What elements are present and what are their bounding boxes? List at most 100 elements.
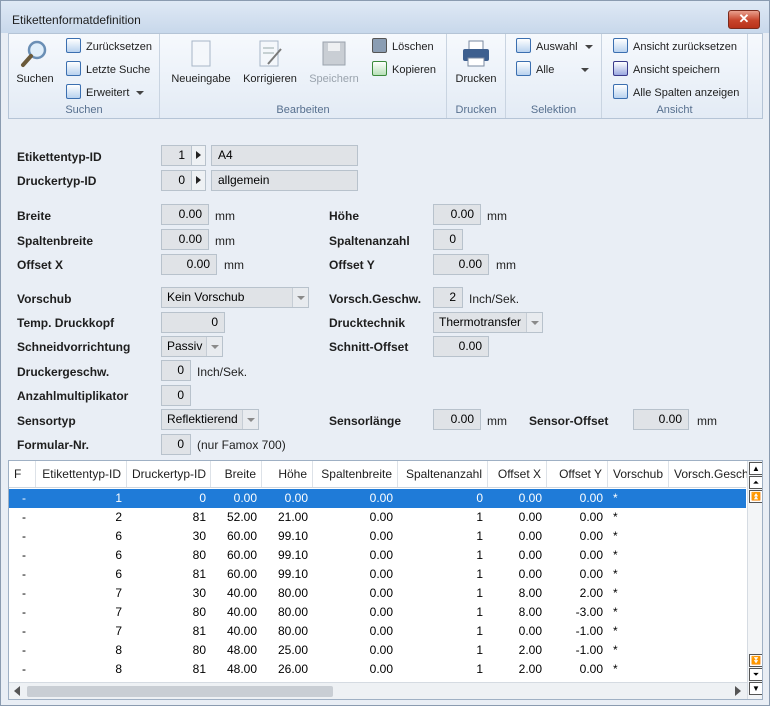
table-row[interactable]: - 7 30 40.00 80.00 0.00 1 8.00 2.00 * xyxy=(9,584,746,603)
extended-search-button[interactable]: Erweitert xyxy=(66,84,145,104)
hoehe-field[interactable]: 0.00 xyxy=(433,204,481,225)
column-header[interactable]: Etikettentyp-ID xyxy=(36,461,127,487)
sensor-offset-field[interactable]: 0.00 xyxy=(633,409,689,430)
etikettentyp-lookup-button[interactable] xyxy=(191,145,206,166)
table-cell: 80 xyxy=(192,605,206,619)
table-cell: 0.00 xyxy=(579,529,603,543)
table-cell: 0.00 xyxy=(284,491,308,505)
view-save-button[interactable]: Ansicht speichern xyxy=(613,61,720,81)
column-header[interactable]: Vorsch.Gesch xyxy=(669,461,749,487)
table-row[interactable]: - 7 81 40.00 80.00 0.00 1 0.00 -1.00 * xyxy=(9,622,746,641)
group-label-drucken: Drucken xyxy=(455,104,497,116)
spaltenbreite-label: Spaltenbreite xyxy=(17,234,94,248)
temp-druckkopf-field[interactable]: 0 xyxy=(161,312,225,333)
anzahlmultiplikator-field[interactable]: 0 xyxy=(161,385,191,406)
schnitt-offset-field[interactable]: 0.00 xyxy=(433,336,489,357)
scroll-left-icon[interactable] xyxy=(14,686,20,696)
column-header[interactable]: Vorschub xyxy=(608,461,669,487)
column-header[interactable]: Spaltenanzahl xyxy=(398,461,488,487)
spaltenbreite-field[interactable]: 0.00 xyxy=(161,229,209,250)
offset-y-field[interactable]: 0.00 xyxy=(433,254,489,275)
close-button[interactable]: ✕ xyxy=(728,10,760,29)
table-cell: 0.00 xyxy=(369,624,393,638)
alle-dropdown[interactable]: Alle xyxy=(516,61,590,81)
column-header[interactable]: Spaltenbreite xyxy=(313,461,398,487)
druckertyp-id-field[interactable]: 0 xyxy=(161,170,192,191)
save-button[interactable]: Speichern xyxy=(306,38,362,85)
new-entry-button[interactable]: Neueingabe xyxy=(170,38,232,85)
edit-button[interactable]: Korrigieren xyxy=(240,38,300,85)
column-header[interactable]: Offset X xyxy=(488,461,547,487)
table-row[interactable]: - 6 81 60.00 99.10 0.00 1 0.00 0.00 * xyxy=(9,565,746,584)
table-row[interactable]: - 6 80 60.00 99.10 0.00 1 0.00 0.00 * xyxy=(9,546,746,565)
table-row[interactable]: - 2 81 52.00 21.00 0.00 1 0.00 0.00 * xyxy=(9,508,746,527)
vertical-scrollbar[interactable]: ▲ ⏶ ⏫ ⏬ ⏷ ▼ xyxy=(747,461,762,699)
table-cell: 60.00 xyxy=(226,567,257,581)
spaltenanzahl-field[interactable]: 0 xyxy=(433,229,463,250)
table-cell: 2.00 xyxy=(579,586,603,600)
table-row[interactable]: - 7 80 40.00 80.00 0.00 1 8.00 -3.00 * xyxy=(9,603,746,622)
scroll-down-icon[interactable]: ▼ xyxy=(749,682,762,695)
schneidvorrichtung-select[interactable]: Passiv xyxy=(161,336,223,357)
column-header[interactable]: Druckertyp-ID xyxy=(127,461,211,487)
page-down-icon[interactable]: ⏷ xyxy=(749,668,762,681)
table-row[interactable]: - 6 30 60.00 99.10 0.00 1 0.00 0.00 * xyxy=(9,527,746,546)
app-window: Etikettenformatdefinition ✕ Suchen Zurüc… xyxy=(0,0,770,706)
table-cell: 1 xyxy=(476,624,483,638)
table-cell: 0.00 xyxy=(579,510,603,524)
edit-document-icon xyxy=(259,40,282,67)
column-header[interactable]: Offset Y xyxy=(547,461,608,487)
table-cell: 1 xyxy=(476,529,483,543)
druckergeschw-unit: Inch/Sek. xyxy=(197,365,248,379)
druckertyp-lookup-button[interactable] xyxy=(191,170,206,191)
table-row[interactable]: - 8 80 48.00 25.00 0.00 1 2.00 -1.00 * xyxy=(9,641,746,660)
formular-nr-note: (nur Famox 700) xyxy=(197,438,286,452)
chevron-down-icon xyxy=(584,45,593,49)
scroll-top-icon[interactable]: ⏫ xyxy=(749,490,762,503)
table-cell: - xyxy=(22,624,26,638)
view-reset-button[interactable]: Ansicht zurücksetzen xyxy=(613,38,737,58)
vorsch-geschw-label: Vorsch.Geschw. xyxy=(329,292,422,306)
page-up-icon[interactable]: ⏶ xyxy=(749,476,762,489)
table-cell: 0.00 xyxy=(369,529,393,543)
horizontal-scroll-thumb[interactable] xyxy=(27,686,333,697)
offset-x-field[interactable]: 0.00 xyxy=(161,254,217,275)
show-all-columns-label: Alle Spalten anzeigen xyxy=(633,87,740,99)
drucktechnik-select[interactable]: Thermotransfer xyxy=(433,312,543,333)
scroll-right-icon[interactable] xyxy=(735,686,741,696)
vorsch-geschw-field[interactable]: 2 xyxy=(433,287,463,308)
table-row[interactable]: - 1 0 0.00 0.00 0.00 0 0.00 0.00 * xyxy=(9,489,746,508)
sensor-offset-unit: mm xyxy=(697,414,717,428)
last-search-button[interactable]: Letzte Suche xyxy=(66,61,150,81)
table-row[interactable]: - 8 81 48.00 26.00 0.00 1 2.00 0.00 * xyxy=(9,660,746,679)
horizontal-scrollbar[interactable] xyxy=(9,682,747,699)
column-header[interactable]: Höhe xyxy=(262,461,313,487)
print-label: Drucken xyxy=(455,73,497,85)
table-cell: 1 xyxy=(476,662,483,676)
suchen-button[interactable]: Suchen xyxy=(13,38,57,85)
sensorlaenge-field[interactable]: 0.00 xyxy=(433,409,481,430)
scroll-up-icon[interactable]: ▲ xyxy=(749,462,762,475)
druckertyp-label: Druckertyp-ID xyxy=(17,174,97,188)
detail-form: Etikettentyp-ID 1 A4 Druckertyp-ID 0 all… xyxy=(8,122,763,458)
breite-field[interactable]: 0.00 xyxy=(161,204,209,225)
chevron-down-icon xyxy=(292,288,308,307)
column-header[interactable]: F xyxy=(9,461,36,487)
vorschub-select[interactable]: Kein Vorschub xyxy=(161,287,309,308)
druckergeschw-field[interactable]: 0 xyxy=(161,360,191,381)
formular-nr-field[interactable]: 0 xyxy=(161,434,191,455)
copy-icon xyxy=(372,61,387,76)
show-all-columns-button[interactable]: Alle Spalten anzeigen xyxy=(613,84,739,104)
etikettentyp-id-field[interactable]: 1 xyxy=(161,145,192,166)
auswahl-dropdown[interactable]: Auswahl xyxy=(516,38,593,58)
scroll-bottom-icon[interactable]: ⏬ xyxy=(749,654,762,667)
delete-button[interactable]: Löschen xyxy=(372,38,434,58)
reset-search-button[interactable]: Zurücksetzen xyxy=(66,38,152,58)
column-header[interactable]: Breite xyxy=(211,461,262,487)
print-button[interactable]: Drucken xyxy=(451,38,501,85)
table-cell: 7 xyxy=(115,586,122,600)
table-cell: * xyxy=(613,510,618,524)
table-cell: 40.00 xyxy=(226,624,257,638)
sensortyp-select[interactable]: Reflektierend xyxy=(161,409,259,430)
copy-button[interactable]: Kopieren xyxy=(372,61,436,81)
